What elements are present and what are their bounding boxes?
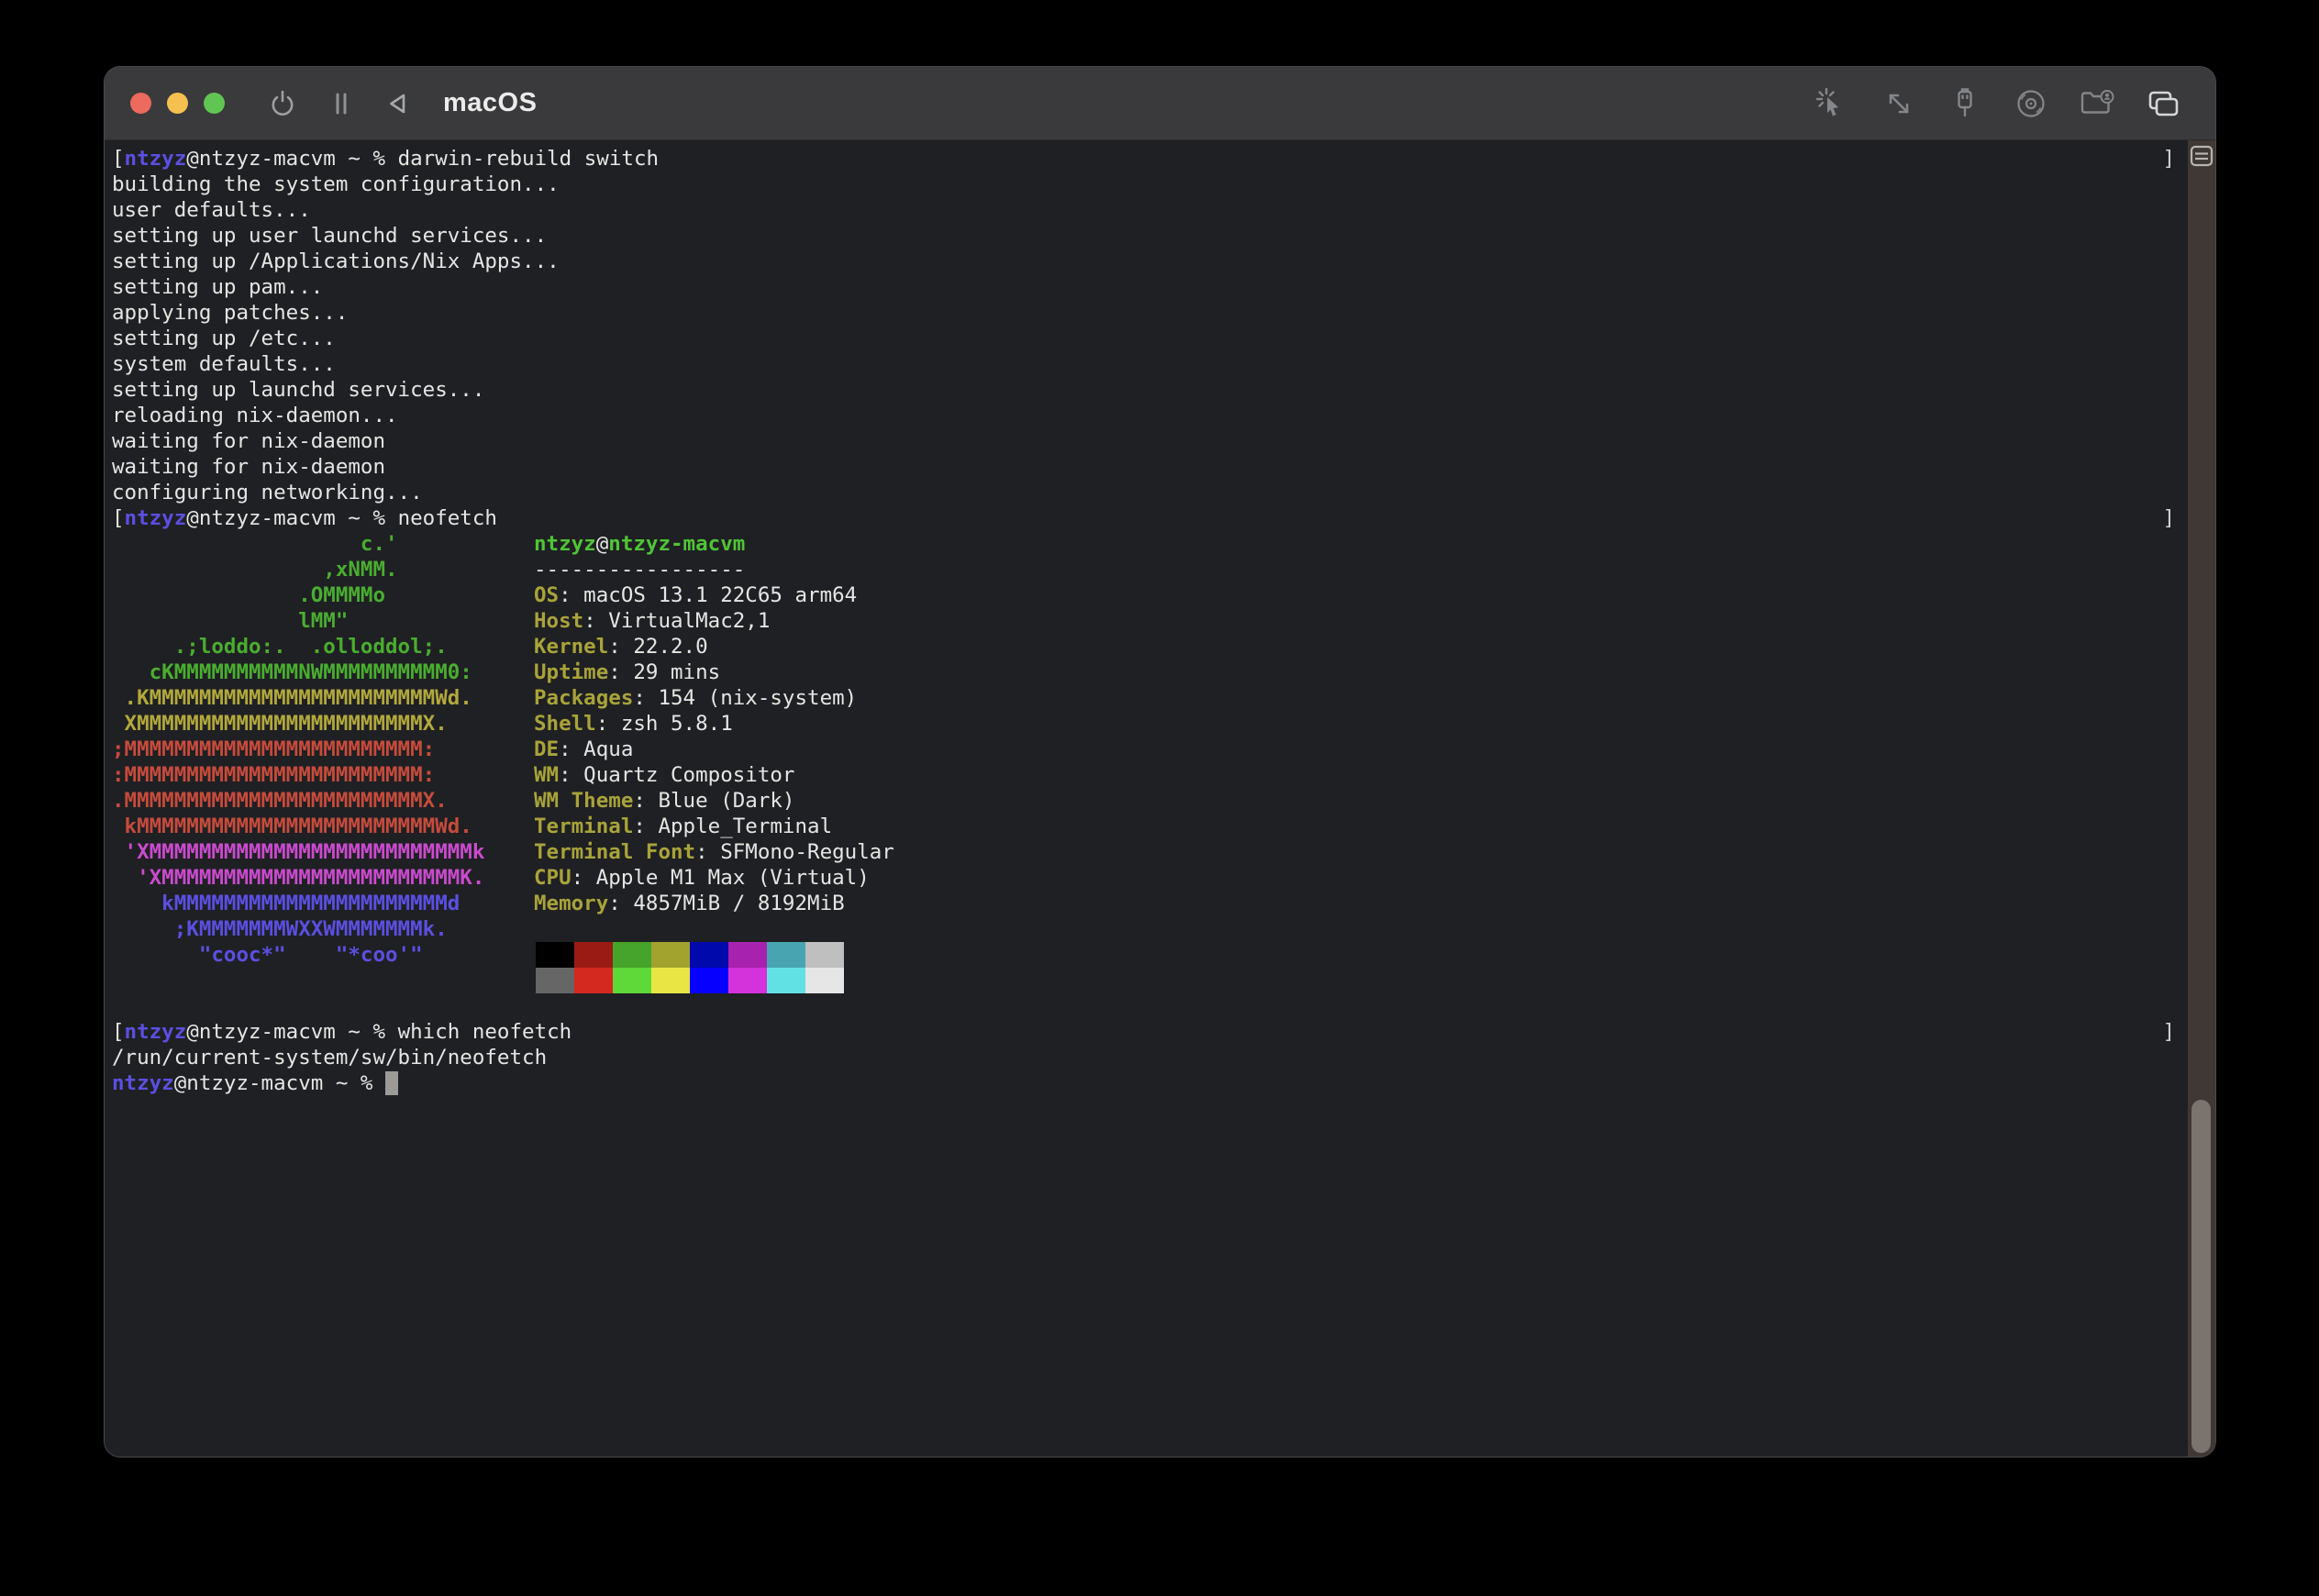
windows-icon[interactable] — [2142, 83, 2184, 125]
close-button[interactable] — [130, 93, 151, 114]
palette-swatch — [767, 968, 805, 993]
capture-cursor-icon[interactable] — [1812, 83, 1854, 125]
pause-icon[interactable] — [320, 83, 362, 125]
vm-window: macOS — [104, 66, 2216, 1457]
toolbar-right — [1812, 83, 2215, 125]
window-title: macOS — [443, 88, 537, 118]
usb-icon[interactable] — [1944, 83, 1986, 125]
palette-swatch — [728, 968, 767, 993]
palette-swatch — [536, 942, 574, 968]
palette-swatch — [805, 942, 844, 968]
palette-swatch — [651, 968, 690, 993]
palette-swatch — [613, 968, 651, 993]
palette-swatch — [574, 942, 613, 968]
terminal-cursor — [385, 1071, 398, 1095]
palette-swatch — [613, 942, 651, 968]
shared-folder-icon[interactable] — [2076, 83, 2118, 125]
palette-swatch — [651, 942, 690, 968]
minimize-button[interactable] — [167, 93, 188, 114]
terminal-content[interactable]: [ntzyz@ntzyz-macvm ~ % darwin-rebuild sw… — [105, 140, 2215, 1457]
scrollbar-top-icon[interactable] — [2189, 143, 2214, 169]
resize-icon[interactable] — [1878, 83, 1920, 125]
back-icon[interactable] — [377, 83, 419, 125]
desktop: { "window": { "title": "macOS" }, "title… — [0, 0, 2319, 1596]
scrollbar-thumb[interactable] — [2191, 1100, 2211, 1453]
zoom-button[interactable] — [204, 93, 225, 114]
prompt-mark: ] — [2162, 505, 2175, 531]
titlebar[interactable]: macOS — [105, 67, 2215, 140]
power-icon[interactable] — [261, 83, 304, 125]
prompt-mark: ] — [2162, 146, 2175, 172]
prompt-mark: ] — [2162, 1019, 2175, 1045]
palette-swatch — [536, 968, 574, 993]
disk-icon[interactable] — [2010, 83, 2052, 125]
palette-swatch — [690, 968, 728, 993]
traffic-lights — [130, 93, 225, 114]
palette-swatch — [805, 968, 844, 993]
palette-swatch — [574, 968, 613, 993]
ansi-color-palette — [536, 942, 844, 993]
terminal-scrollbar[interactable] — [2188, 140, 2215, 1457]
palette-swatch — [728, 942, 767, 968]
palette-swatch — [690, 942, 728, 968]
palette-swatch — [767, 942, 805, 968]
neofetch-info: ntzyz@ntzyz-macvm ----------------- OS: … — [534, 531, 894, 916]
